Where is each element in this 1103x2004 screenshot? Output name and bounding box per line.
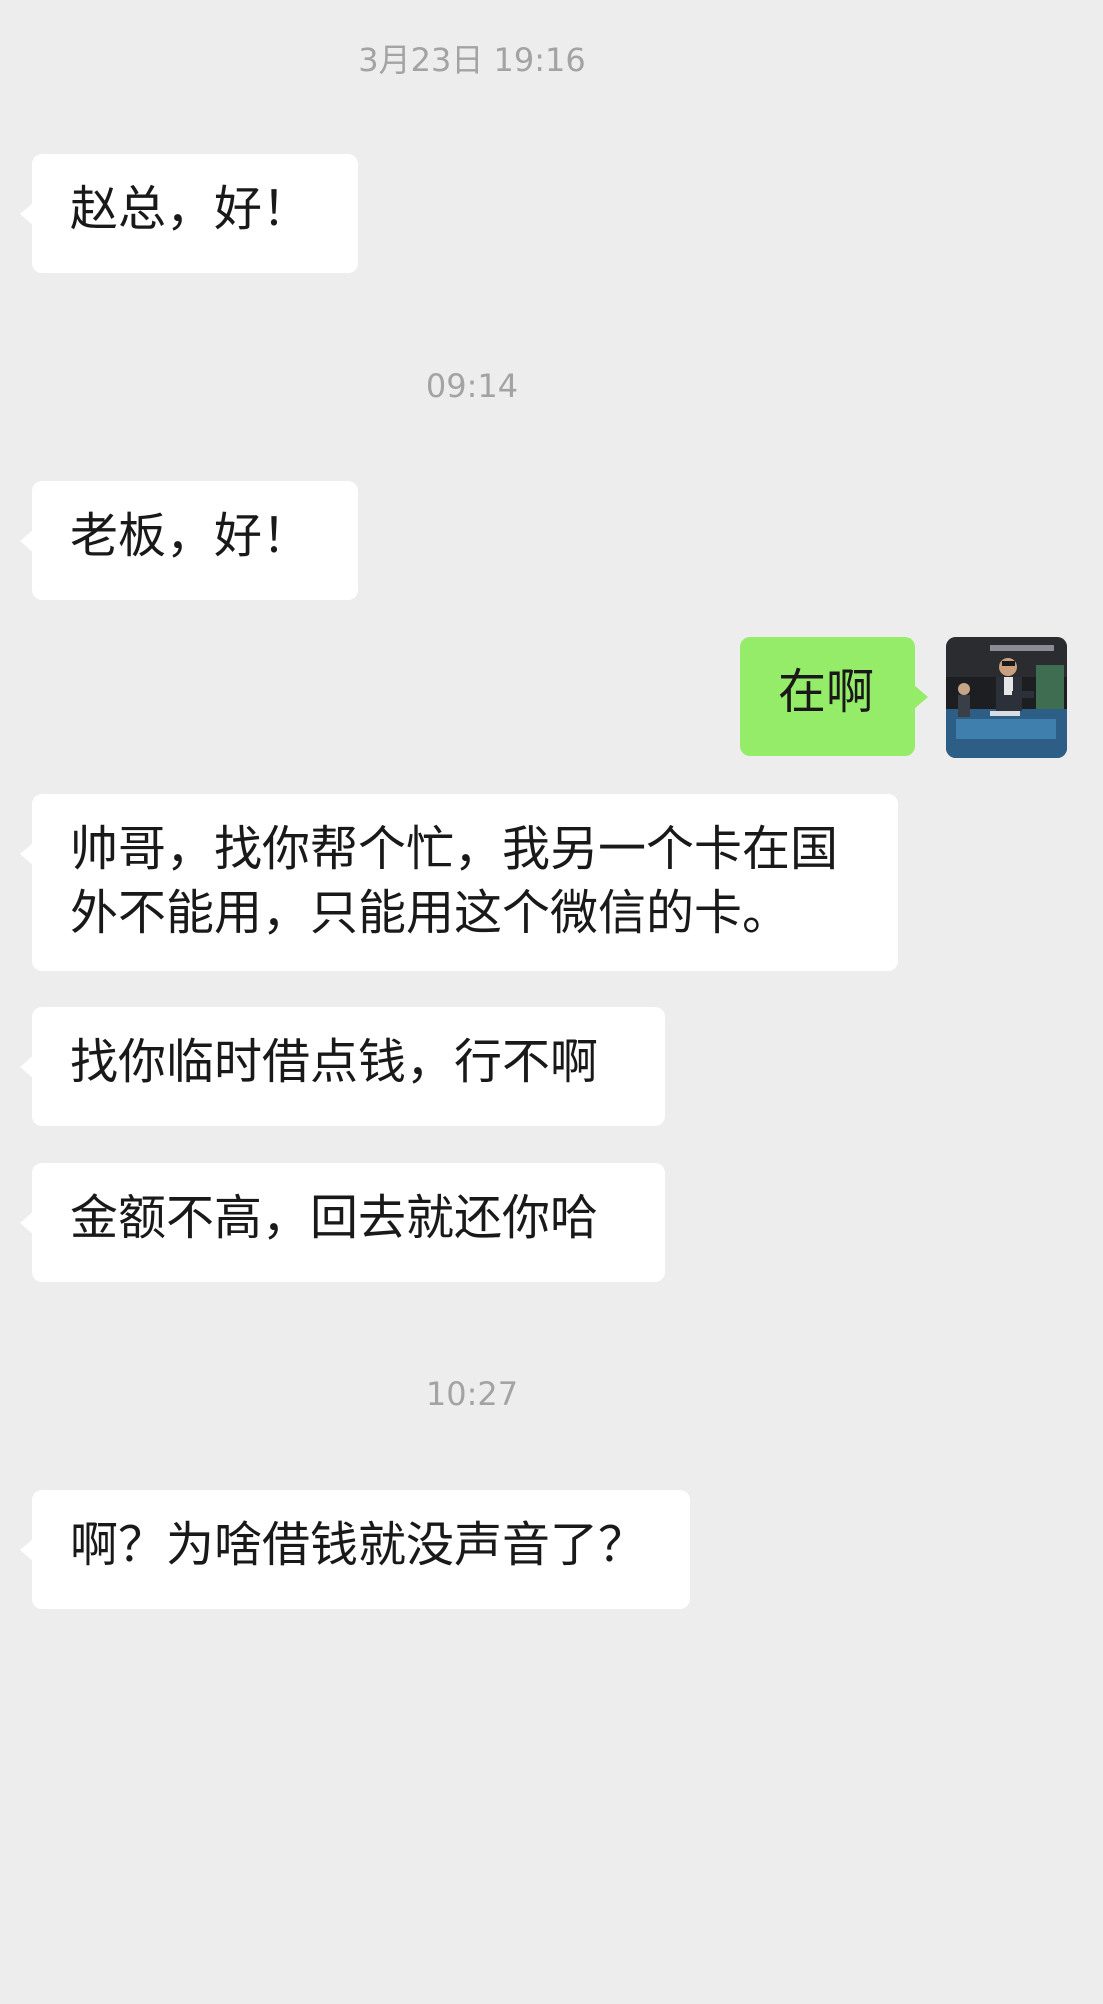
incoming-message-bubble[interactable]: 老板，好！ xyxy=(20,481,358,600)
incoming-message-bubble[interactable]: 赵总，好！ xyxy=(20,154,358,273)
avatar-photo-icon[interactable] xyxy=(946,637,1067,758)
incoming-message-bubble[interactable]: 啊？为啥借钱就没声音了？ xyxy=(20,1490,690,1609)
incoming-message-bubble[interactable]: 金额不高，回去就还你哈 xyxy=(20,1163,665,1282)
timestamp: 3月23日 19:16 xyxy=(358,41,586,79)
incoming-message-bubble[interactable]: 找你临时借点钱，行不啊 xyxy=(20,1007,665,1126)
timestamp: 10:27 xyxy=(425,1375,519,1413)
timestamp: 09:14 xyxy=(425,367,519,405)
incoming-message-bubble[interactable]: 帅哥，找你帮个忙，我另一个卡在国 外不能用，只能用这个微信的卡。 xyxy=(20,794,898,971)
outgoing-message-bubble[interactable]: 在啊 xyxy=(740,637,928,756)
